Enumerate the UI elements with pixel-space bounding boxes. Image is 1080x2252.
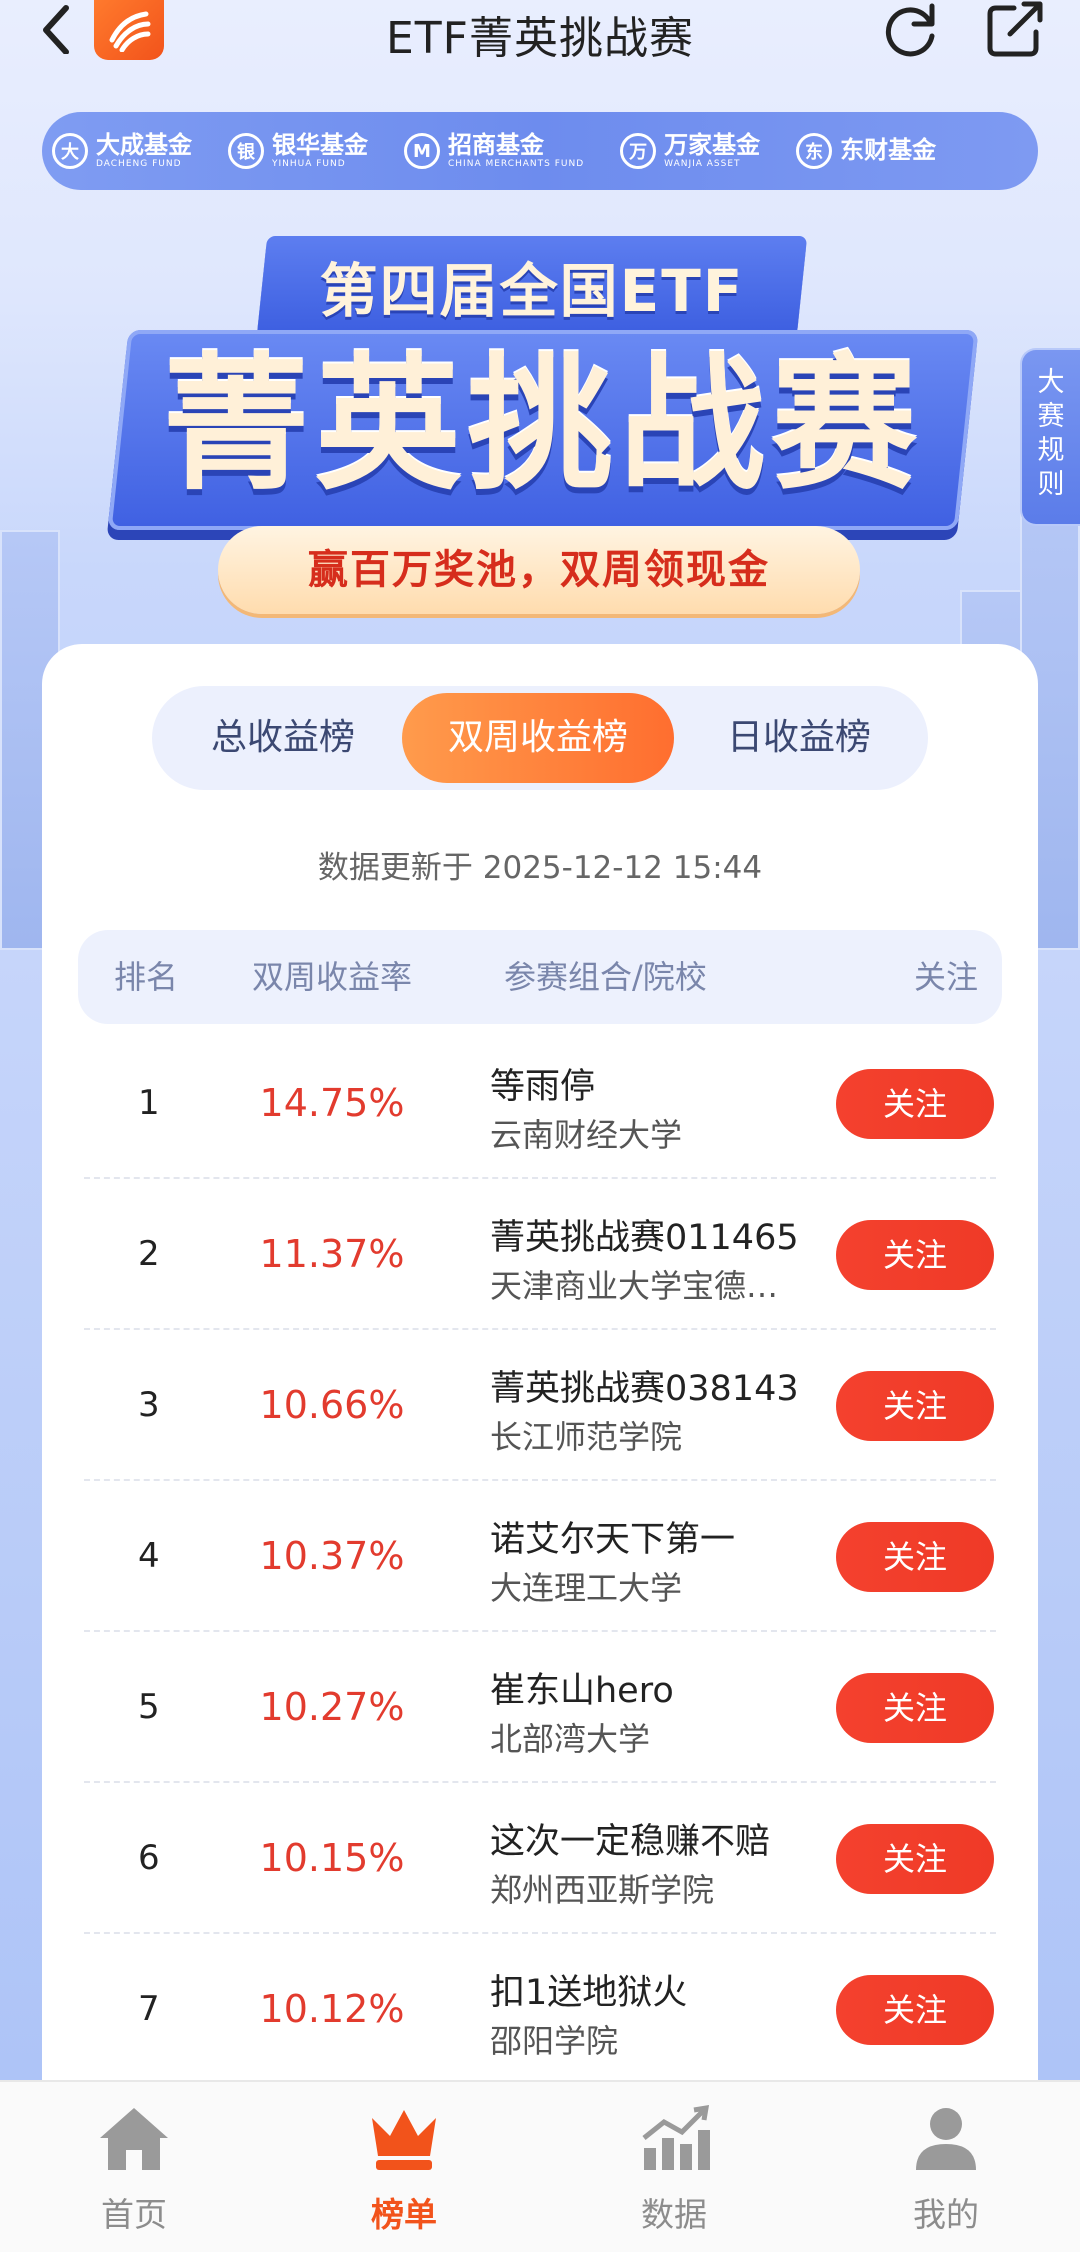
nav-leaderboard[interactable]: 榜单 bbox=[314, 2104, 494, 2236]
nav-data-label: 数据 bbox=[641, 2195, 707, 2234]
top-bar: ETF菁英挑战赛 bbox=[0, 0, 1080, 70]
return-rate: 10.37% bbox=[259, 1534, 405, 1578]
team-name: 菁英挑战赛038143 bbox=[490, 1369, 799, 1409]
table-row[interactable]: 4 10.37% 诺艾尔天下第一 大连理工大学 关注 bbox=[84, 1481, 996, 1632]
return-rate: 14.75% bbox=[259, 1081, 405, 1125]
table-row[interactable]: 7 10.12% 扣1送地狱火 邵阳学院 关注 bbox=[84, 1934, 996, 2085]
sponsor-icon: 大 bbox=[52, 133, 88, 169]
school-name: 郑州西亚斯学院 bbox=[490, 1871, 715, 1909]
follow-button[interactable]: 关注 bbox=[836, 1522, 994, 1592]
sponsor-logo: M 招商基金 CHINA MERCHANTS FUND bbox=[404, 133, 584, 169]
sponsor-icon: 银 bbox=[228, 133, 264, 169]
follow-button[interactable]: 关注 bbox=[836, 1371, 994, 1441]
return-rate: 10.66% bbox=[259, 1383, 405, 1427]
table-row[interactable]: 1 14.75% 等雨停 云南财经大学 关注 bbox=[84, 1028, 996, 1179]
banner-edition-text: 第四届全国ETF bbox=[319, 257, 745, 325]
rank-number: 7 bbox=[138, 1989, 160, 2029]
nav-home[interactable]: 首页 bbox=[44, 2104, 224, 2236]
return-rate: 10.27% bbox=[259, 1685, 405, 1729]
tab-daily-return[interactable]: 日收益榜 bbox=[684, 693, 914, 783]
return-rate: 11.37% bbox=[259, 1232, 405, 1276]
sponsor-strip: 大 大成基金 DACHENG FUND 银 银华基金 YINHUA FUND M 招… bbox=[42, 112, 1038, 190]
update-timestamp: 数据更新于 2025-12-12 15:44 bbox=[317, 850, 763, 886]
refresh-icon[interactable] bbox=[880, 0, 942, 60]
sponsor-logo: 东 东财基金 bbox=[796, 133, 936, 169]
nav-data[interactable]: 数据 bbox=[584, 2104, 764, 2236]
home-icon bbox=[100, 2108, 168, 2170]
leaderboard-card: 总收益榜 双周收益榜 日收益榜 数据更新于 2025-12-12 15:44 排… bbox=[42, 644, 1038, 2164]
school-name: 天津商业大学宝德… bbox=[490, 1267, 779, 1305]
rank-number: 3 bbox=[138, 1385, 160, 1425]
header-return: 双周收益率 bbox=[252, 958, 413, 996]
sponsor-logo: 大 大成基金 DACHENG FUND bbox=[52, 133, 192, 169]
follow-button[interactable]: 关注 bbox=[836, 1824, 994, 1894]
nav-leaderboard-label: 榜单 bbox=[371, 2195, 437, 2234]
team-name: 等雨停 bbox=[490, 1067, 596, 1107]
chart-icon bbox=[642, 2104, 710, 2170]
table-row[interactable]: 3 10.66% 菁英挑战赛038143 长江师范学院 关注 bbox=[84, 1330, 996, 1481]
team-name: 这次一定稳赚不赔 bbox=[490, 1822, 771, 1862]
tab-total-return[interactable]: 总收益榜 bbox=[168, 693, 398, 783]
rank-number: 2 bbox=[138, 1234, 160, 1274]
nav-profile-label: 我的 bbox=[913, 2195, 979, 2234]
leaderboard-tabs: 总收益榜 双周收益榜 日收益榜 bbox=[152, 686, 928, 790]
return-rate: 10.15% bbox=[259, 1836, 405, 1880]
school-name: 大连理工大学 bbox=[490, 1569, 683, 1607]
tab-biweekly-return[interactable]: 双周收益榜 bbox=[402, 693, 674, 783]
follow-button[interactable]: 关注 bbox=[836, 1069, 994, 1139]
school-name: 云南财经大学 bbox=[490, 1116, 683, 1154]
nav-profile[interactable]: 我的 bbox=[856, 2104, 1036, 2236]
sponsor-icon: 万 bbox=[620, 133, 657, 169]
crown-icon bbox=[372, 2110, 436, 2170]
team-name: 崔东山hero bbox=[490, 1671, 674, 1711]
table-row[interactable]: 6 10.15% 这次一定稳赚不赔 郑州西亚斯学院 关注 bbox=[84, 1783, 996, 1934]
nav-home-label: 首页 bbox=[101, 2195, 167, 2234]
table-row[interactable]: 2 11.37% 菁英挑战赛011465 天津商业大学宝德… 关注 bbox=[84, 1179, 996, 1330]
share-icon[interactable] bbox=[984, 0, 1046, 60]
follow-button[interactable]: 关注 bbox=[836, 1975, 994, 2045]
sponsor-icon: 东 bbox=[796, 133, 833, 169]
rank-number: 4 bbox=[138, 1536, 160, 1576]
table-row[interactable]: 5 10.27% 崔东山hero 北部湾大学 关注 bbox=[84, 1632, 996, 1783]
school-name: 长江师范学院 bbox=[490, 1418, 683, 1456]
rules-tab[interactable]: 大赛规则 bbox=[1020, 348, 1080, 526]
sponsor-icon: M bbox=[404, 133, 440, 169]
team-name: 菁英挑战赛011465 bbox=[490, 1218, 799, 1258]
sponsor-logo: 万 万家基金 WANJIA ASSET bbox=[620, 133, 760, 169]
rank-number: 6 bbox=[138, 1838, 160, 1878]
rank-number: 5 bbox=[138, 1687, 160, 1727]
school-name: 北部湾大学 bbox=[490, 1720, 651, 1758]
banner-slogan: 赢百万奖池，双周领现金 bbox=[308, 547, 770, 593]
team-name: 扣1送地狱火 bbox=[490, 1973, 688, 2013]
header-rank: 排名 bbox=[114, 958, 179, 996]
team-name: 诺艾尔天下第一 bbox=[490, 1520, 736, 1560]
user-icon bbox=[916, 2108, 976, 2170]
banner-title: 菁英挑战赛 bbox=[163, 340, 923, 510]
table-header: 排名 双周收益率 参赛组合/院校 关注 bbox=[78, 930, 1002, 1024]
header-team: 参赛组合/院校 bbox=[504, 958, 707, 996]
school-name: 邵阳学院 bbox=[490, 2022, 619, 2060]
header-follow: 关注 bbox=[914, 958, 979, 996]
return-rate: 10.12% bbox=[259, 1987, 405, 2031]
follow-button[interactable]: 关注 bbox=[836, 1673, 994, 1743]
rank-number: 1 bbox=[138, 1083, 160, 1123]
follow-button[interactable]: 关注 bbox=[836, 1220, 994, 1290]
bottom-navigation: 首页 榜单 数据 我的 bbox=[0, 2080, 1080, 2252]
rules-tab-label: 大赛规则 bbox=[1037, 367, 1065, 500]
sponsor-logo: 银 银华基金 YINHUA FUND bbox=[228, 133, 368, 169]
